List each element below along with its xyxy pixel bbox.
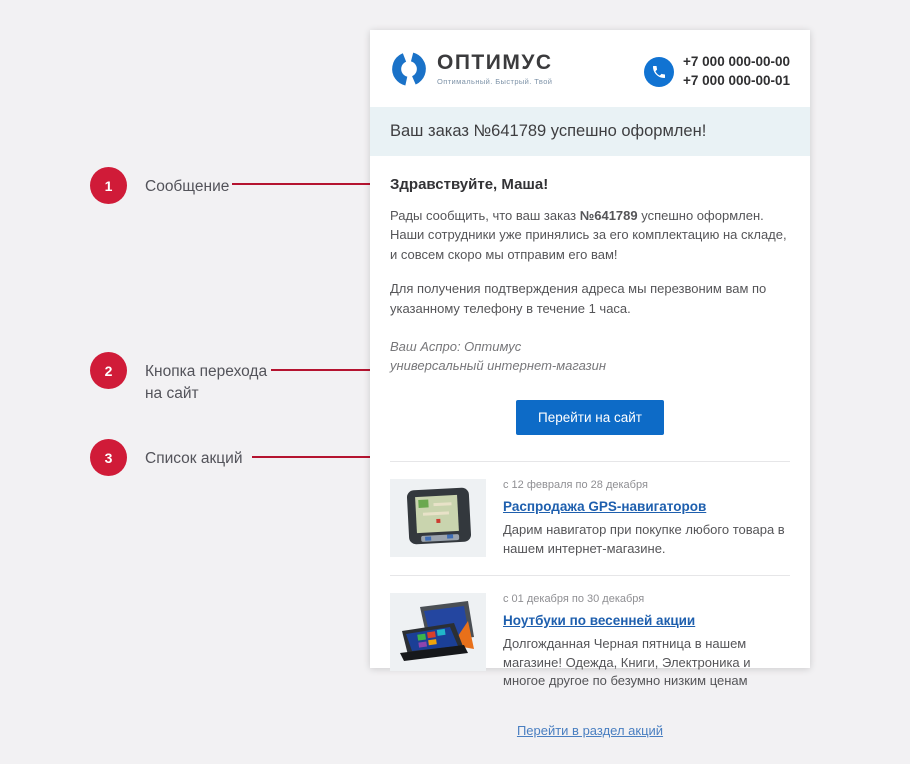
order-confirmation-banner: Ваш заказ №641789 успешно оформлен!: [370, 107, 810, 156]
promo-dates: с 12 февраля по 28 декабря: [503, 479, 790, 491]
logo-tagline: Оптимальный. Быстрый. Твой: [437, 77, 553, 86]
email-template-card: ОПТИМУС Оптимальный. Быстрый. Твой +7 00…: [370, 30, 810, 668]
footer-link-row: Перейти в раздел акций: [390, 707, 790, 764]
optimus-logo-icon: [390, 50, 428, 88]
promo-content: с 12 февраля по 28 декабря Распродажа GP…: [503, 479, 790, 559]
promo-title-link[interactable]: Ноутбуки по весенней акции: [503, 613, 695, 628]
button-row: Перейти на сайт: [390, 400, 790, 435]
annotation-3-pointer-line: [252, 456, 376, 458]
go-to-site-button[interactable]: Перейти на сайт: [516, 400, 664, 435]
promo-item-laptops: с 01 декабря по 30 декабря Ноутбуки по в…: [390, 576, 790, 708]
email-body: Здравствуйте, Маша! Рады сообщить, что в…: [370, 156, 810, 764]
signature: Ваш Аспро: Оптимус универсальный интерне…: [390, 338, 790, 376]
annotation-1-badge: 1: [90, 167, 127, 204]
logo-name: ОПТИМУС: [437, 52, 553, 74]
signature-line-1: Ваш Аспро: Оптимус: [390, 338, 790, 357]
phone-icon: [644, 57, 674, 87]
phone-number-2: +7 000 000-00-01: [683, 72, 790, 91]
promo-dates: с 01 декабря по 30 декабря: [503, 593, 790, 605]
promo-description: Долгожданная Черная пятница в нашем мага…: [503, 635, 790, 692]
phone-number-1: +7 000 000-00-00: [683, 53, 790, 72]
phone-numbers: +7 000 000-00-00 +7 000 000-00-01: [683, 53, 790, 91]
email-header: ОПТИМУС Оптимальный. Быстрый. Твой +7 00…: [370, 30, 810, 107]
annotated-mockup-canvas: 1 Сообщение 2 Кнопка перехода на сайт 3 …: [0, 0, 910, 679]
annotation-2-label: Кнопка перехода на сайт: [145, 361, 267, 406]
signature-line-2: универсальный интернет-магазин: [390, 357, 790, 376]
promo-content: с 01 декабря по 30 декабря Ноутбуки по в…: [503, 593, 790, 692]
message-paragraph-1: Рады сообщить, что ваш заказ №641789 усп…: [390, 206, 790, 265]
logo: ОПТИМУС Оптимальный. Быстрый. Твой: [390, 50, 553, 88]
promo-title-link[interactable]: Распродажа GPS-навигаторов: [503, 499, 706, 514]
annotation-1-pointer-line: [232, 183, 372, 185]
annotation-3-label: Список акций: [145, 448, 242, 470]
annotation-3-number: 3: [105, 450, 113, 466]
annotation-2-number: 2: [105, 363, 113, 379]
laptop-image[interactable]: [390, 593, 486, 671]
phone-block: +7 000 000-00-00 +7 000 000-00-01: [644, 53, 790, 91]
annotation-1-number: 1: [105, 178, 113, 194]
annotation-2-badge: 2: [90, 352, 127, 389]
message-paragraph-2: Для получения подтверждения адреса мы пе…: [390, 279, 790, 318]
logo-text: ОПТИМУС Оптимальный. Быстрый. Твой: [437, 52, 553, 85]
promotions-section-link[interactable]: Перейти в раздел акций: [517, 723, 663, 738]
promo-description: Дарим навигатор при покупке любого товар…: [503, 521, 790, 559]
order-number: №641789: [580, 208, 638, 223]
promo-item-gps: с 12 февраля по 28 декабря Распродажа GP…: [390, 462, 790, 575]
annotation-3-badge: 3: [90, 439, 127, 476]
gps-navigator-image[interactable]: [390, 479, 486, 557]
annotation-1-label: Сообщение: [145, 176, 229, 198]
greeting: Здравствуйте, Маша!: [390, 176, 790, 193]
